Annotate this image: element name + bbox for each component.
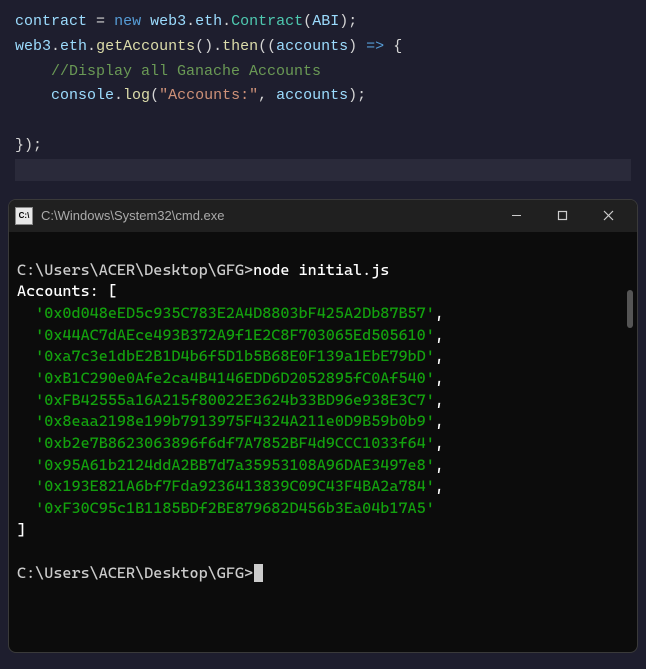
account-line: '0x44AC7dAEce493B372A9f1E2C8F703065Ed505… <box>17 325 629 347</box>
terminal-window: C:\ C:\Windows\System32\cmd.exe C:\Users… <box>8 199 638 653</box>
bracket-close: ] <box>17 520 629 542</box>
account-line: '0xB1C290e0Afe2ca4B4146EDD6D2052895fC0Af… <box>17 368 629 390</box>
maximize-icon <box>557 210 568 221</box>
terminal-command-line: C:\Users\ACER\Desktop\GFG>node initial.j… <box>17 260 629 282</box>
accounts-output: '0x0d048eED5c935C783E2A4D8803bF425A2Db87… <box>17 303 629 520</box>
minimize-button[interactable] <box>493 200 539 232</box>
terminal-prompt-current: C:\Users\ACER\Desktop\GFG> <box>17 563 629 585</box>
code-block: contract = new web3.eth.Contract(ABI);we… <box>15 10 631 159</box>
account-line: '0x193E821A6bf7Fda9236413839C09C43F4BA2a… <box>17 476 629 498</box>
terminal-titlebar[interactable]: C:\ C:\Windows\System32\cmd.exe <box>9 200 637 232</box>
close-icon <box>603 210 614 221</box>
command-text: node initial.js <box>253 261 389 279</box>
account-line: '0x0d048eED5c935C783E2A4D8803bF425A2Db87… <box>17 303 629 325</box>
prompt-text: C:\Users\ACER\Desktop\GFG> <box>17 261 253 279</box>
code-line: contract = new web3.eth.Contract(ABI); <box>15 10 631 35</box>
terminal-scrollbar[interactable] <box>627 290 633 328</box>
close-button[interactable] <box>585 200 631 232</box>
account-line: '0x8eaa2198e199b7913975F4324A211e0D9B59b… <box>17 411 629 433</box>
blank-line <box>17 541 629 563</box>
terminal-body[interactable]: C:\Users\ACER\Desktop\GFG>node initial.j… <box>9 232 637 652</box>
account-line: '0xa7c3e1dbE2B1D4b6f5D1b5B68E0F139a1EbE7… <box>17 346 629 368</box>
account-line: '0x95A61b2124ddA2BB7d7a35953108A96DAE349… <box>17 455 629 477</box>
code-line: web3.eth.getAccounts().then((accounts) =… <box>15 35 631 60</box>
editor-cursor-line <box>15 159 631 181</box>
code-line <box>15 109 631 134</box>
code-editor[interactable]: contract = new web3.eth.Contract(ABI);we… <box>0 0 646 191</box>
cmd-icon: C:\ <box>15 207 33 225</box>
code-line: }); <box>15 134 631 159</box>
terminal-title: C:\Windows\System32\cmd.exe <box>41 208 493 223</box>
code-line: console.log("Accounts:", accounts); <box>15 84 631 109</box>
account-line: '0xFB42555a16A215f80022E3624b33BD96e938E… <box>17 390 629 412</box>
code-line: //Display all Ganache Accounts <box>15 60 631 85</box>
account-line: '0xb2e7B8623063896f6df7A7852BF4d9CCC1033… <box>17 433 629 455</box>
window-controls <box>493 200 631 232</box>
account-line: '0xF30C95c1B1185BDf2BE879682D456b3Ea04b1… <box>17 498 629 520</box>
maximize-button[interactable] <box>539 200 585 232</box>
minimize-icon <box>511 210 522 221</box>
terminal-cursor <box>254 564 263 582</box>
output-header-line: Accounts: [ <box>17 281 629 303</box>
